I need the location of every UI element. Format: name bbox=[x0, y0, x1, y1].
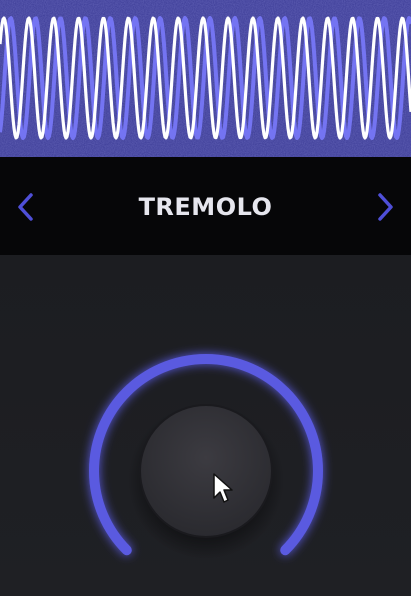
control-panel bbox=[0, 255, 411, 596]
knob-dial[interactable] bbox=[139, 404, 273, 538]
tremolo-plugin: TREMOLO bbox=[0, 0, 411, 596]
chevron-left-icon bbox=[18, 193, 33, 221]
chevron-right-icon bbox=[378, 193, 393, 221]
waveform-display bbox=[0, 0, 411, 157]
previous-preset-button[interactable] bbox=[8, 189, 42, 225]
knob-control bbox=[89, 354, 323, 559]
waveform-graph bbox=[0, 0, 411, 157]
effect-name: TREMOLO bbox=[138, 193, 273, 221]
preset-selector: TREMOLO bbox=[0, 157, 411, 256]
next-preset-button[interactable] bbox=[369, 189, 403, 225]
